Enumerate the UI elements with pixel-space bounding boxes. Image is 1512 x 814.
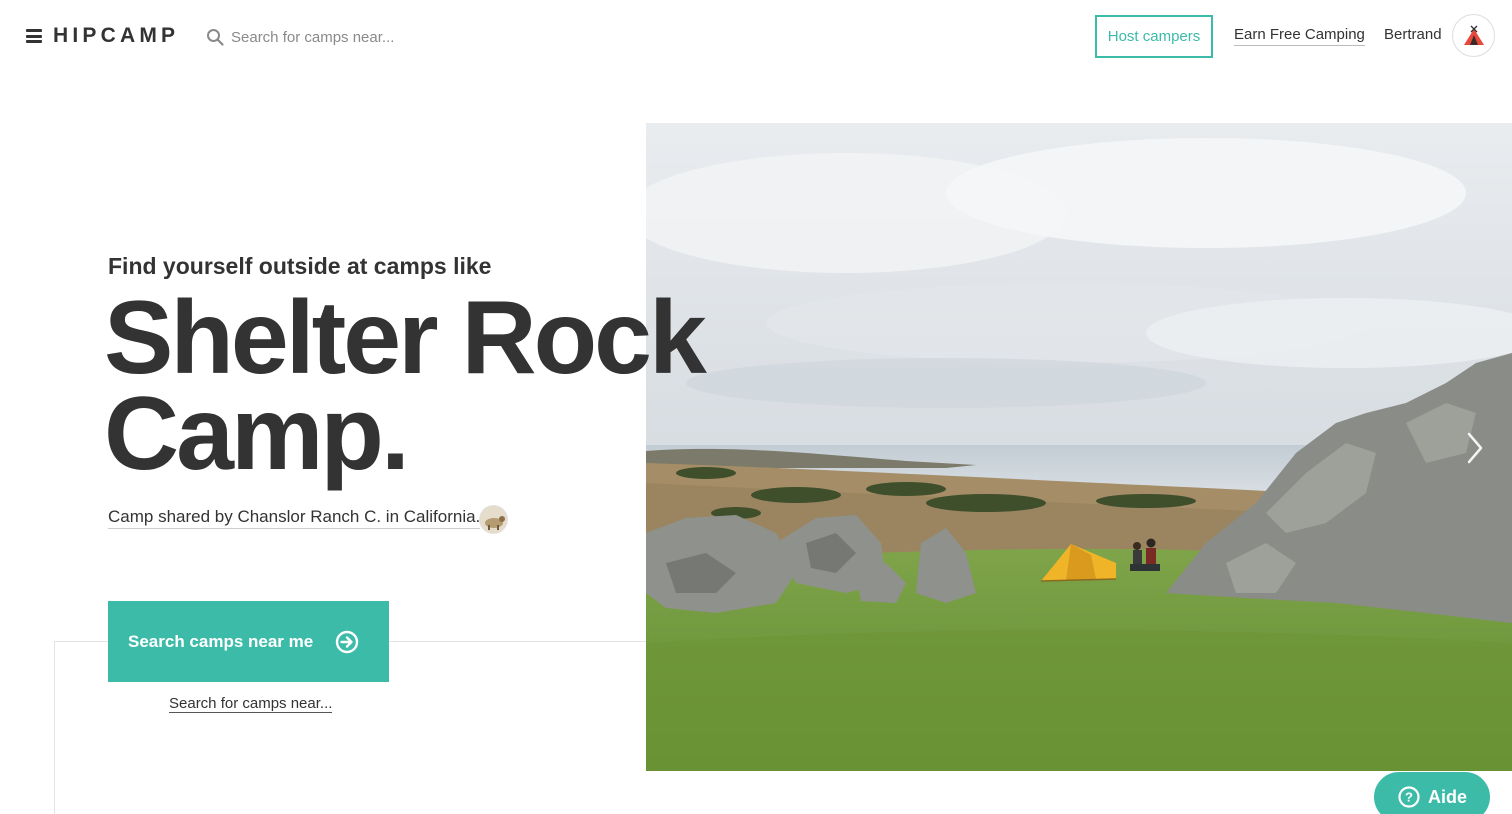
- camp-title[interactable]: Shelter Rock Camp.: [104, 280, 744, 492]
- svg-text:?: ?: [1405, 790, 1413, 805]
- help-button[interactable]: ? Aide: [1374, 772, 1490, 814]
- host-avatar[interactable]: [479, 505, 508, 534]
- camp-title-line2: Camp.: [104, 376, 410, 492]
- header: HIPCAMP Host campers Earn Free Camping B…: [0, 0, 1512, 72]
- search-camps-near-link[interactable]: Search for camps near...: [169, 695, 333, 713]
- cta-label: Search camps near me: [128, 631, 314, 651]
- host-avatar-image: [480, 506, 507, 533]
- hero-eyebrow: Find yourself outside at camps like: [108, 253, 492, 279]
- chevron-right-icon[interactable]: [1466, 431, 1484, 465]
- arrow-right-circle-icon: [335, 630, 359, 654]
- avatar[interactable]: [1452, 14, 1495, 57]
- search-icon: [207, 29, 224, 46]
- tent-icon: [1463, 25, 1484, 45]
- user-name[interactable]: Bertrand: [1384, 26, 1442, 43]
- help-label: Aide: [1428, 786, 1468, 807]
- hamburger-icon[interactable]: [26, 29, 42, 43]
- question-mark-icon: ?: [1398, 786, 1420, 808]
- search-camps-near-me-button[interactable]: Search camps near me: [108, 601, 389, 682]
- hero-image: [646, 123, 1512, 771]
- logo[interactable]: HIPCAMP: [53, 24, 179, 48]
- camp-title-line1: Shelter Rock: [104, 280, 707, 396]
- hero-photo: [646, 123, 1512, 771]
- search-input[interactable]: [231, 24, 531, 50]
- earn-free-camping-link[interactable]: Earn Free Camping: [1234, 26, 1365, 46]
- host-campers-button[interactable]: Host campers: [1095, 15, 1213, 58]
- shared-by-link[interactable]: Camp shared by Chanslor Ranch C. in Cali…: [108, 507, 481, 529]
